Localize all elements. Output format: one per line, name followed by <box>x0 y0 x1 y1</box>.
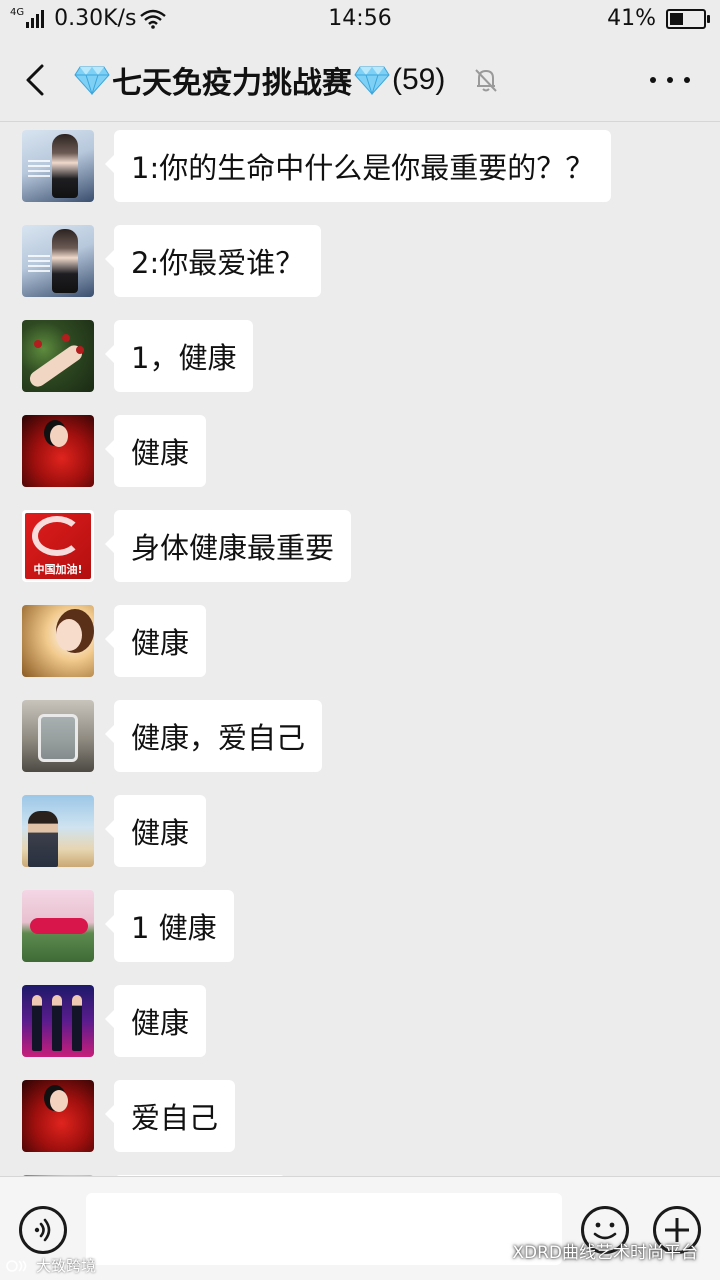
member-count: (59) <box>392 63 446 96</box>
status-bar: 4G 0.30K/s 14:56 41% <box>0 0 720 40</box>
message-bubble[interactable]: 1 健康 <box>105 890 234 962</box>
red-dress-woman-avatar[interactable] <box>22 415 94 487</box>
input-bar <box>0 1176 720 1280</box>
watermark-left-text: 大致跨境 <box>36 1257 97 1275</box>
red-dress-woman-avatar[interactable] <box>22 1080 94 1152</box>
avatar-caption: 中国加油! <box>33 563 83 576</box>
message-bubble[interactable]: 2:你最爱谁？ <box>104 225 322 297</box>
fu-character-avatar[interactable]: 中国加油! <box>22 510 94 582</box>
message-bubble[interactable]: 1，健康 <box>104 320 254 392</box>
hand-berries-avatar[interactable] <box>22 320 94 392</box>
chat-header: 七天免疫力挑战赛 (59) <box>0 40 720 122</box>
message-row: 健康 <box>22 415 207 487</box>
beach-man-avatar[interactable] <box>22 795 94 867</box>
message-row: 中国加油! 身体健康最重要 <box>22 510 352 582</box>
message-row: 健康 <box>22 795 207 867</box>
more-options-button[interactable] <box>650 70 690 90</box>
message-row: 1 健康 <box>22 890 234 962</box>
message-bubble[interactable]: 身体健康最重要 <box>104 510 352 582</box>
voice-input-button[interactable] <box>19 1206 67 1254</box>
pink-lawn-avatar[interactable] <box>22 890 94 962</box>
mute-bell-icon <box>475 69 497 92</box>
message-row: 健康，爱自己 <box>22 700 323 772</box>
wechat-icon <box>480 1240 506 1259</box>
watermark-right-text: XDRD曲线艺术时尚平台 <box>512 1243 698 1263</box>
chat-title[interactable]: 七天免疫力挑战赛 (59) <box>72 58 445 102</box>
group-name: 七天免疫力挑战赛 <box>112 67 352 100</box>
battery-fill <box>670 12 684 25</box>
glass-cup-avatar[interactable] <box>22 700 94 772</box>
poster-woman-avatar[interactable] <box>22 225 94 297</box>
stage-group-avatar[interactable] <box>22 985 94 1057</box>
message-bubble[interactable]: 健康，爱自己 <box>104 700 323 772</box>
poster-woman-avatar[interactable] <box>22 130 94 202</box>
message-bubble[interactable]: 健康 <box>104 795 207 867</box>
message-row: 1，健康 <box>22 320 254 392</box>
message-bubble[interactable]: 1:你的生命中什么是你最重要的？？ <box>104 130 612 202</box>
message-bubble[interactable]: 健康 <box>104 415 207 487</box>
golden-portrait-avatar[interactable] <box>22 605 94 677</box>
diamond-icon <box>354 66 390 95</box>
back-icon[interactable] <box>18 60 58 100</box>
message-bubble[interactable]: 健康 <box>104 985 207 1057</box>
voice-icon <box>34 1218 51 1242</box>
battery-icon <box>666 8 710 29</box>
message-row: 2:你最爱谁？ <box>22 225 322 297</box>
message-row: 1:你的生命中什么是你最重要的？？ <box>22 130 612 202</box>
message-bubble[interactable]: 爱自己 <box>104 1080 236 1152</box>
watermark-left: 大致跨境 <box>6 1255 96 1276</box>
battery-percent: 41% <box>607 6 656 31</box>
message-row: 健康 <box>22 985 207 1057</box>
message-row: 健康 <box>22 605 207 677</box>
watermark-right: XDRD曲线艺术时尚平台 <box>480 1238 698 1263</box>
status-right: 41% <box>607 6 710 31</box>
message-row: 爱自己 <box>22 1080 236 1152</box>
diamond-icon <box>74 66 110 95</box>
logo-icon <box>6 1259 27 1272</box>
message-bubble[interactable]: 健康 <box>104 605 207 677</box>
message-list[interactable]: 1:你的生命中什么是你最重要的？？ 2:你最爱谁？ 1，健康 健康 中国加油! … <box>0 123 720 1176</box>
